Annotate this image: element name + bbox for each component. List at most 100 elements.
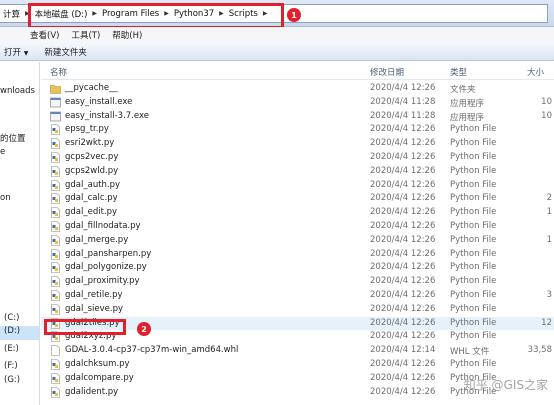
- table-row[interactable]: esri2wkt.py 2020/4/4 12:26 Python File: [41, 137, 554, 151]
- python-file-icon: [50, 290, 60, 301]
- breadcrumb-drive-d[interactable]: 本地磁盘 (D:): [32, 8, 91, 20]
- command-toolbar: 打开 ▼ 新建文件夹: [0, 43, 554, 61]
- file-type: Python File: [450, 138, 497, 149]
- breadcrumb-arrow-icon[interactable]: ▶: [217, 10, 226, 17]
- file-type: Python File: [450, 248, 497, 259]
- file-name: __pycache__: [65, 83, 118, 93]
- table-row[interactable]: gcps2wld.py 2020/4/4 12:26 Python File: [41, 165, 554, 179]
- file-name: gdalident.py: [65, 386, 119, 397]
- file-size: 12: [541, 317, 552, 328]
- file-date: 2020/4/4 12:26: [370, 234, 436, 245]
- nav-item-e[interactable]: e: [0, 147, 5, 157]
- python-file-icon: [50, 138, 60, 149]
- file-type: Python File: [450, 179, 497, 190]
- nav-item-drive-e[interactable]: (E:): [4, 344, 19, 354]
- table-row[interactable]: gcps2vec.py 2020/4/4 12:26 Python File: [41, 151, 554, 165]
- file-type: Python File: [450, 152, 497, 162]
- file-date: 2020/4/4 12:26: [370, 386, 436, 397]
- breadcrumb[interactable]: 计算 ▶ 本地磁盘 (D:) ▶ Program Files ▶ Python3…: [0, 4, 548, 23]
- table-row[interactable]: gdal_proximity.py 2020/4/4 12:26 Python Fi…: [41, 275, 554, 289]
- breadcrumb-program-files[interactable]: Program Files: [99, 9, 162, 19]
- breadcrumb-computer[interactable]: 计算: [0, 8, 23, 20]
- file-type: Python File: [450, 221, 497, 231]
- file-type: Python File: [450, 193, 497, 204]
- breadcrumb-arrow-icon[interactable]: ▶: [90, 10, 99, 17]
- table-row[interactable]: gdal_edit.py 2020/4/4 12:26 Python File 1: [41, 206, 554, 220]
- table-row[interactable]: gdal2xyz.py 2020/4/4 12:26 Python File: [41, 330, 554, 344]
- table-row[interactable]: __pycache__ 2020/4/4 12:26 文件夹: [41, 82, 554, 96]
- file-name: gdal_polygonize.py: [65, 262, 147, 273]
- file-name: gdal2xyz.py: [65, 331, 117, 342]
- file-type: Python File: [450, 207, 497, 218]
- table-row[interactable]: gdal_retile.py 2020/4/4 12:26 Python File 3: [41, 289, 554, 303]
- open-label: 打开: [4, 47, 22, 58]
- table-row[interactable]: gdal_polygonize.py 2020/4/4 12:26 Python F…: [41, 261, 554, 275]
- file-name: gdal_auth.py: [65, 179, 121, 190]
- file-name: esri2wkt.py: [65, 138, 115, 149]
- file-type: 应用程序: [450, 98, 485, 109]
- menu-help[interactable]: 帮助(H): [106, 29, 148, 41]
- nav-item-drive-c[interactable]: (C:): [4, 313, 19, 323]
- file-type: Python File: [450, 331, 497, 342]
- breadcrumb-arrow-icon[interactable]: ▶: [162, 10, 171, 17]
- nav-item-downloads[interactable]: wnloads: [0, 86, 35, 96]
- column-header-date[interactable]: 修改日期: [370, 66, 404, 78]
- breadcrumb-python37[interactable]: Python37: [171, 9, 217, 19]
- table-row[interactable]: gdal_fillnodata.py 2020/4/4 12:26 Python F…: [41, 220, 554, 234]
- table-row[interactable]: epsg_tr.py 2020/4/4 12:26 Python File: [41, 123, 554, 137]
- file-date: 2020/4/4 12:26: [370, 372, 436, 383]
- column-header-size[interactable]: 大小: [527, 66, 544, 78]
- nav-item-drive-g[interactable]: (G:): [4, 375, 20, 385]
- table-row[interactable]: gdal_calc.py 2020/4/4 12:26 Python File 2: [41, 192, 554, 206]
- file-date: 2020/4/4 12:26: [370, 359, 436, 369]
- table-row[interactable]: easy_install.exe 2020/4/4 11:28 应用程序 10: [41, 96, 554, 110]
- folder-icon: [50, 83, 61, 94]
- table-row[interactable]: gdal_sieve.py 2020/4/4 12:26 Python File: [41, 303, 554, 317]
- file-date: 2020/4/4 12:26: [370, 290, 436, 300]
- menu-tools[interactable]: 工具(T): [65, 29, 106, 41]
- python-file-icon: [50, 386, 60, 398]
- file-name: GDAL-3.0.4-cp37-cp37m-win_amd64.whl: [65, 345, 239, 356]
- file-size: 3: [546, 290, 552, 300]
- file-name: gdal_sieve.py: [65, 303, 124, 314]
- nav-item-drive-f[interactable]: (F:): [4, 361, 18, 371]
- table-row[interactable]: gdal_pansharpen.py 2020/4/4 12:26 Python F…: [41, 248, 554, 262]
- file-size: 1: [546, 234, 552, 245]
- table-row[interactable]: gdal2tiles.py 2020/4/4 12:26 Python File 12: [41, 316, 554, 331]
- table-row[interactable]: gdal_auth.py 2020/4/4 12:26 Python File: [41, 179, 554, 193]
- file-type: Python File: [450, 124, 497, 135]
- file-date: 2020/4/4 12:26: [370, 276, 436, 287]
- table-row[interactable]: gdalchksum.py 2020/4/4 12:26 Python File: [41, 358, 554, 372]
- file-name: gdal_edit.py: [65, 207, 118, 218]
- file-name: gcps2vec.py: [65, 152, 119, 162]
- open-button[interactable]: 打开 ▼: [0, 46, 36, 58]
- table-row[interactable]: easy_install-3.7.exe 2020/4/4 11:28 应用程序 10: [41, 110, 554, 124]
- python-file-icon: [50, 359, 60, 370]
- annotation-badge-2: 2: [137, 322, 151, 336]
- file-icon: [50, 345, 60, 356]
- breadcrumb-scripts[interactable]: Scripts: [226, 9, 261, 19]
- file-name: gdal_retile.py: [65, 290, 123, 300]
- menu-view[interactable]: 查看(V): [24, 29, 65, 41]
- nav-item-drive-d[interactable]: (D:): [0, 326, 39, 340]
- file-date: 2020/4/4 11:28: [370, 96, 436, 107]
- nav-item-on[interactable]: on: [0, 193, 11, 203]
- table-row[interactable]: GDAL-3.0.4-cp37-cp37m-win_amd64.whl 2020/…: [41, 344, 554, 358]
- breadcrumb-arrow-icon[interactable]: ▶: [261, 10, 270, 17]
- file-name: gdal2tiles.py: [65, 317, 120, 328]
- column-header-type[interactable]: 类型: [450, 66, 467, 78]
- file-size: 1: [546, 207, 552, 218]
- nav-item-recent-places[interactable]: 的位置: [0, 132, 26, 144]
- file-name: gdal_calc.py: [65, 193, 118, 204]
- python-file-icon: [50, 276, 60, 287]
- new-folder-button[interactable]: 新建文件夹: [36, 46, 95, 58]
- column-header-name[interactable]: 名称: [50, 66, 67, 78]
- file-size: 2: [546, 193, 552, 204]
- breadcrumb-arrow-icon[interactable]: ▶: [23, 10, 32, 17]
- file-size: 10: [541, 96, 552, 107]
- file-date: 2020/4/4 11:28: [370, 110, 436, 121]
- exe-icon: [50, 111, 61, 122]
- file-date: 2020/4/4 12:26: [370, 124, 436, 135]
- file-date: 2020/4/4 12:26: [370, 83, 436, 93]
- table-row[interactable]: gdal_merge.py 2020/4/4 12:26 Python File 1: [41, 234, 554, 248]
